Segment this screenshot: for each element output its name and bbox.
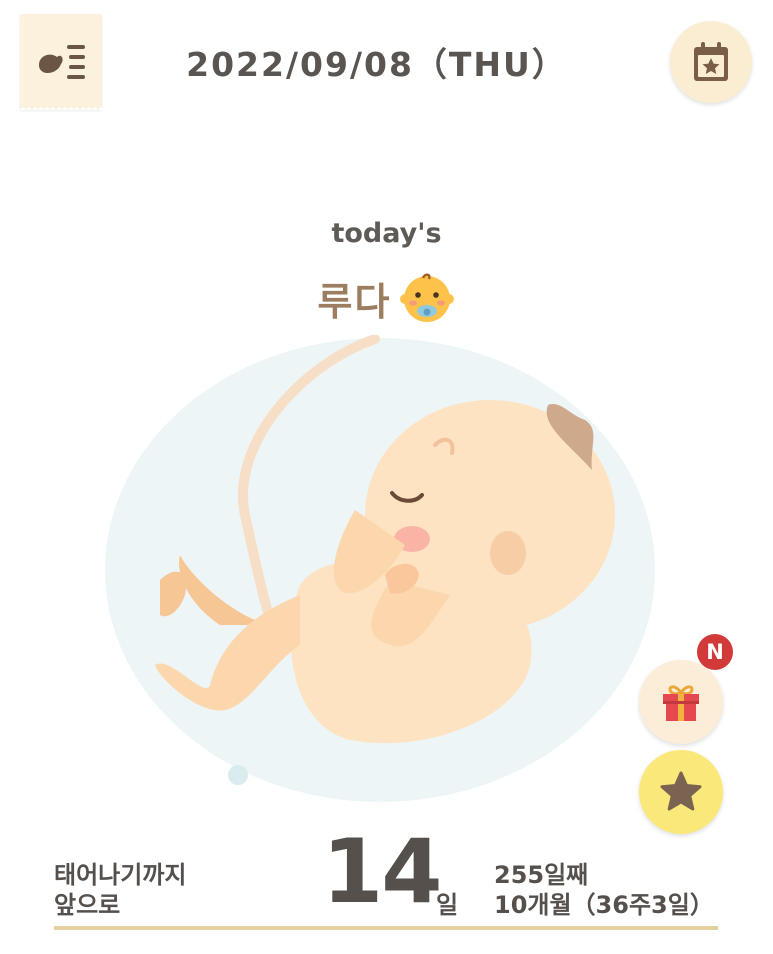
- days-unit: 일: [436, 891, 459, 919]
- calendar-button[interactable]: [670, 21, 752, 103]
- day-count: 255일째: [494, 861, 589, 889]
- baby-with-pacifier-icon: [400, 273, 455, 322]
- countdown-label: 태어나기까지 앞으로: [54, 860, 186, 920]
- favorite-button[interactable]: [639, 750, 723, 834]
- pregnancy-stage: 10개월（36주3일）: [494, 891, 714, 919]
- gift-icon: [663, 685, 699, 721]
- calendar-star-icon: [694, 42, 728, 81]
- baby-name: 루다: [317, 279, 392, 324]
- baby-name-row: 루다: [0, 270, 773, 326]
- gift-button[interactable]: [639, 660, 723, 744]
- star-icon: [660, 771, 702, 811]
- todays-label: today's: [331, 218, 442, 249]
- date-title: 2022/09/08（THU）: [186, 45, 567, 84]
- countdown-label-line2: 앞으로: [54, 891, 121, 919]
- fetus-illustration: [100, 334, 680, 841]
- baby-list-menu-icon: [39, 45, 85, 79]
- new-badge: N: [697, 634, 733, 670]
- countdown-label-line1: 태어나기까지: [54, 861, 187, 889]
- pregnancy-info: 255일째 10개월（36주3일）: [494, 860, 714, 920]
- days-left-number: 14: [322, 820, 442, 923]
- menu-button[interactable]: [20, 14, 102, 110]
- countdown-underline: [54, 926, 718, 930]
